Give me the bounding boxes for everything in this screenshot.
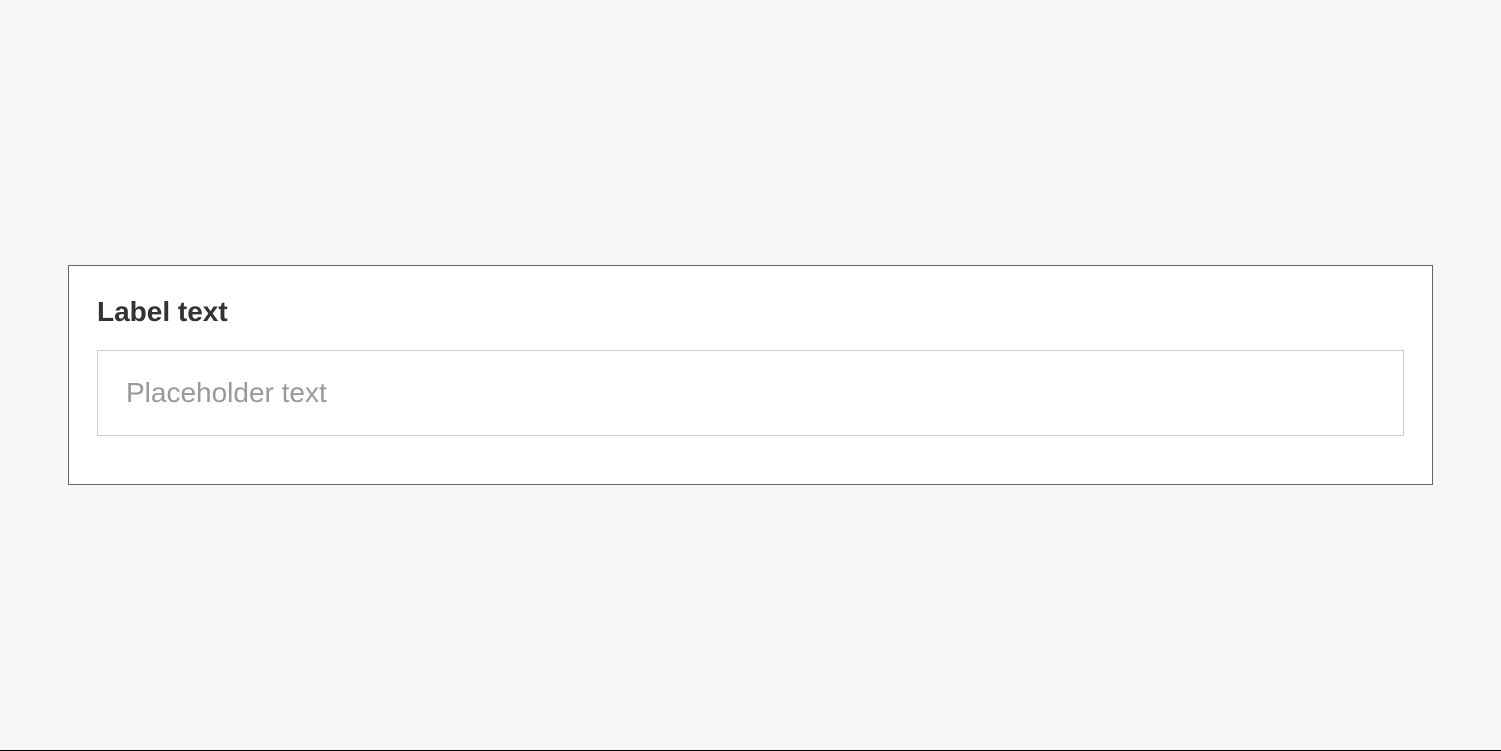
input-label: Label text bbox=[97, 296, 1404, 328]
form-card: Label text bbox=[68, 265, 1433, 485]
text-input[interactable] bbox=[97, 350, 1404, 436]
